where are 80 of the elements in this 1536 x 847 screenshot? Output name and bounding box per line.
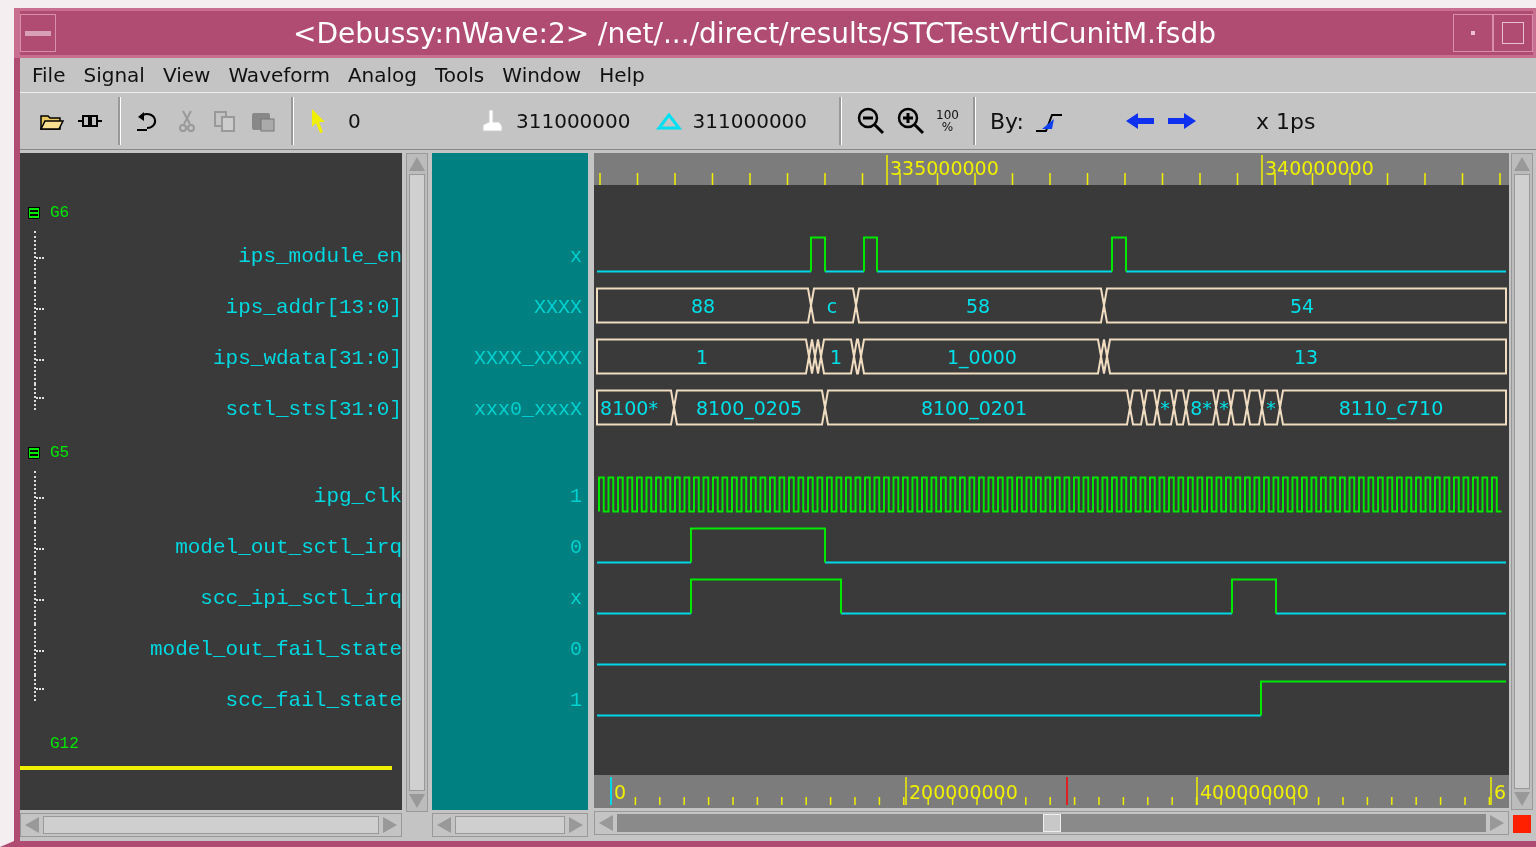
menu-item[interactable]: View [162, 63, 211, 87]
time-unit: x 1ps [1255, 108, 1316, 134]
horizontal-scrollbar[interactable] [20, 813, 402, 837]
tree-connector [34, 573, 46, 624]
signal-name[interactable]: sctl_sts[31:0] [225, 398, 402, 421]
window-menu-button[interactable] [20, 14, 56, 52]
signal-name[interactable]: scc_fail_state [225, 689, 402, 712]
group-name[interactable]: G5 [50, 444, 70, 462]
search-by-label: By: [989, 108, 1024, 134]
minimize-button[interactable] [1453, 14, 1493, 52]
signal-value: x [570, 587, 582, 610]
time-label: 335000000 [890, 157, 999, 179]
time-label: 6 [1494, 781, 1507, 803]
signal-name[interactable]: ips_wdata[31:0] [212, 347, 402, 370]
marker-time: 311000000 [692, 109, 808, 133]
time-label: 200000000 [909, 781, 1018, 803]
bus-value: 1_0000 [947, 345, 1017, 368]
tree-connector [34, 231, 46, 282]
bus-value: * [1219, 396, 1229, 419]
signal-value: XXXX [534, 296, 582, 319]
signal-name[interactable]: ips_addr[13:0] [225, 296, 402, 319]
bus-value: 8100* [600, 396, 658, 419]
vertical-scrollbar[interactable] [1511, 153, 1533, 810]
bus-value: c [826, 294, 838, 317]
bus-value: 88 [690, 294, 716, 317]
cursor-marker [1066, 776, 1068, 806]
signal-name[interactable]: model_out_sctl_irq [175, 536, 402, 559]
right-arrow-icon[interactable] [1165, 111, 1198, 131]
time-label: 400000000 [1200, 781, 1309, 803]
bus-value: * [1266, 396, 1276, 419]
maximize-button[interactable] [1493, 14, 1533, 52]
collapse-toggle-icon[interactable] [28, 207, 40, 219]
tree-connector [34, 471, 46, 522]
menu-item[interactable]: Window [502, 63, 582, 87]
signal-value: XXXX_XXXX [473, 347, 582, 370]
menu-item[interactable]: Tools [435, 63, 485, 87]
group-name[interactable]: G12 [50, 735, 79, 753]
horizontal-scrollbar[interactable] [594, 811, 1509, 835]
tree-connector [34, 282, 46, 333]
signal-value: 0 [570, 536, 582, 559]
zoom-out-icon[interactable] [856, 106, 887, 136]
bus-value: 58 [965, 294, 991, 317]
menu-item[interactable]: Help [599, 63, 645, 87]
tree-connector [34, 522, 46, 573]
time-label: 340000000 [1265, 157, 1374, 179]
window-title: <Debussy:nWave:2> /net/.../direct/results/STCTestVrtlCunitM.fsdb [292, 16, 1217, 50]
status-indicator [1513, 815, 1531, 833]
bus-value: 1 [695, 345, 709, 368]
signal-value: x [570, 245, 582, 268]
zoom-fit-button[interactable]: 100 % [936, 109, 959, 133]
bus-value: 54 [1289, 294, 1315, 317]
menu-item[interactable]: Waveform [228, 63, 330, 87]
menu-item[interactable]: Signal [83, 63, 145, 87]
cursor-time: 311000000 [516, 109, 631, 133]
bus-value: 8100_0201 [920, 396, 1028, 419]
signal-value: 1 [570, 485, 582, 508]
zoom-in-icon[interactable] [896, 106, 927, 136]
signal-value: 1 [570, 689, 582, 712]
signal-value: xxx0_xxxX [473, 398, 582, 421]
view-start-marker [610, 776, 612, 806]
bus-value: 13 [1293, 345, 1319, 368]
signal-name[interactable]: ipg_clk [313, 485, 402, 508]
menu-item[interactable]: File [32, 63, 66, 87]
signal-name[interactable]: model_out_fail_state [149, 638, 402, 661]
signal-value: 0 [570, 638, 582, 661]
time-label: 0 [614, 781, 627, 803]
bus-value: 8* [1190, 396, 1212, 419]
triangle-marker-icon[interactable] [654, 110, 683, 132]
signal-name[interactable]: ips_module_en [238, 245, 402, 268]
group-name[interactable]: G6 [50, 204, 70, 222]
bus-value: 8110_c710 [1338, 396, 1444, 419]
horizontal-scrollbar[interactable] [432, 813, 588, 837]
bus-value: 1 [829, 345, 843, 368]
bus-value: * [1160, 396, 1170, 419]
menu-item[interactable]: Analog [347, 63, 417, 87]
cursor-time: 0 [348, 109, 362, 133]
bus-value: 8100_0205 [695, 396, 803, 419]
vertical-scrollbar[interactable] [406, 153, 428, 812]
signal-name[interactable]: scc_ipi_sctl_irq [200, 587, 402, 610]
collapse-toggle-icon[interactable] [28, 447, 40, 459]
